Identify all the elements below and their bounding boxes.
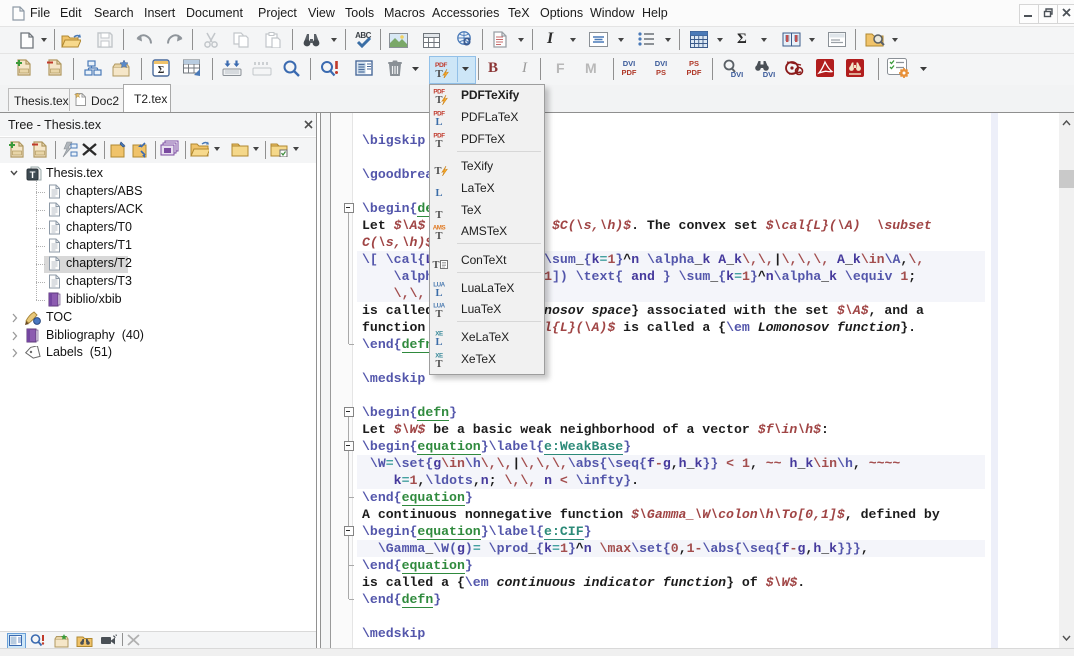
svg-text:T: T bbox=[435, 359, 442, 369]
svg-text:T: T bbox=[435, 95, 442, 105]
svg-text:T: T bbox=[435, 231, 442, 241]
svg-text:T: T bbox=[432, 260, 439, 270]
svg-text:T: T bbox=[435, 309, 442, 319]
svg-text:L: L bbox=[435, 337, 442, 347]
svg-text:L: L bbox=[435, 117, 442, 127]
svg-text:Σ: Σ bbox=[158, 65, 165, 76]
svg-text:T: T bbox=[30, 170, 36, 181]
svg-text:L: L bbox=[435, 288, 442, 298]
svg-text:T: T bbox=[434, 166, 441, 176]
svg-text:L: L bbox=[435, 188, 442, 198]
svg-text:T: T bbox=[435, 210, 442, 220]
svg-text:DVI: DVI bbox=[763, 70, 776, 78]
svg-text:DVI: DVI bbox=[731, 70, 744, 78]
svg-text:T: T bbox=[435, 139, 442, 149]
svg-text:T: T bbox=[435, 68, 443, 78]
